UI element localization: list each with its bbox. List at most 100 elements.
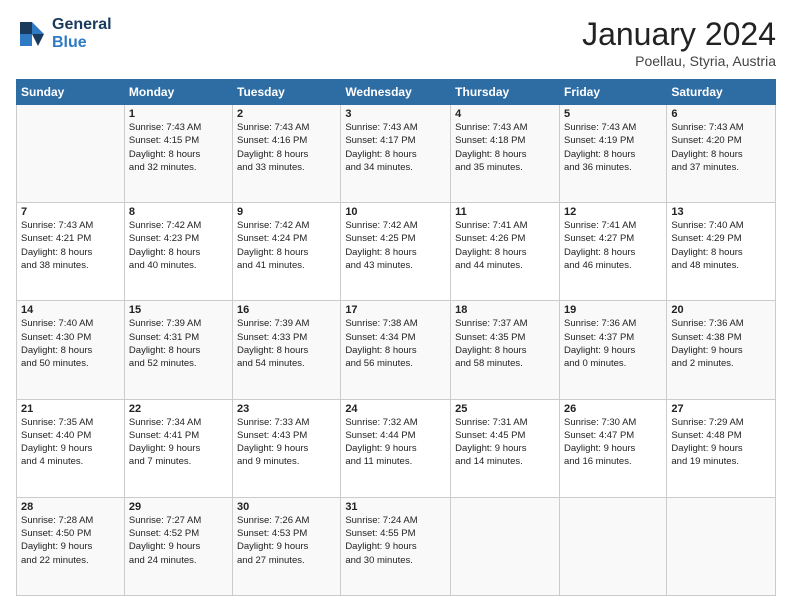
cell-content: Sunrise: 7:43 AM Sunset: 4:21 PM Dayligh… <box>21 219 120 272</box>
calendar-cell: 31Sunrise: 7:24 AM Sunset: 4:55 PM Dayli… <box>341 497 451 595</box>
week-row-4: 28Sunrise: 7:28 AM Sunset: 4:50 PM Dayli… <box>17 497 776 595</box>
cell-content: Sunrise: 7:36 AM Sunset: 4:38 PM Dayligh… <box>671 317 771 370</box>
day-number: 1 <box>129 108 228 120</box>
cell-content: Sunrise: 7:24 AM Sunset: 4:55 PM Dayligh… <box>345 514 446 567</box>
day-number: 20 <box>671 304 771 316</box>
cell-content: Sunrise: 7:37 AM Sunset: 4:35 PM Dayligh… <box>455 317 555 370</box>
day-number: 6 <box>671 108 771 120</box>
calendar-cell <box>559 497 666 595</box>
day-number: 16 <box>237 304 336 316</box>
day-number: 18 <box>455 304 555 316</box>
calendar-cell: 4Sunrise: 7:43 AM Sunset: 4:18 PM Daylig… <box>451 105 560 203</box>
cell-content: Sunrise: 7:26 AM Sunset: 4:53 PM Dayligh… <box>237 514 336 567</box>
day-header-tuesday: Tuesday <box>233 80 341 105</box>
cell-content: Sunrise: 7:29 AM Sunset: 4:48 PM Dayligh… <box>671 416 771 469</box>
calendar-cell: 25Sunrise: 7:31 AM Sunset: 4:45 PM Dayli… <box>451 399 560 497</box>
calendar-cell: 8Sunrise: 7:42 AM Sunset: 4:23 PM Daylig… <box>124 203 232 301</box>
day-number: 9 <box>237 206 336 218</box>
calendar-cell: 24Sunrise: 7:32 AM Sunset: 4:44 PM Dayli… <box>341 399 451 497</box>
day-number: 23 <box>237 403 336 415</box>
calendar-table: SundayMondayTuesdayWednesdayThursdayFrid… <box>16 79 776 596</box>
day-header-thursday: Thursday <box>451 80 560 105</box>
cell-content: Sunrise: 7:39 AM Sunset: 4:33 PM Dayligh… <box>237 317 336 370</box>
calendar-cell: 2Sunrise: 7:43 AM Sunset: 4:16 PM Daylig… <box>233 105 341 203</box>
cell-content: Sunrise: 7:42 AM Sunset: 4:24 PM Dayligh… <box>237 219 336 272</box>
day-number: 5 <box>564 108 662 120</box>
week-row-1: 7Sunrise: 7:43 AM Sunset: 4:21 PM Daylig… <box>17 203 776 301</box>
cell-content: Sunrise: 7:30 AM Sunset: 4:47 PM Dayligh… <box>564 416 662 469</box>
day-number: 27 <box>671 403 771 415</box>
cell-content: Sunrise: 7:27 AM Sunset: 4:52 PM Dayligh… <box>129 514 228 567</box>
logo-icon <box>16 18 48 50</box>
calendar-cell: 21Sunrise: 7:35 AM Sunset: 4:40 PM Dayli… <box>17 399 125 497</box>
day-number: 4 <box>455 108 555 120</box>
calendar-cell: 6Sunrise: 7:43 AM Sunset: 4:20 PM Daylig… <box>667 105 776 203</box>
day-number: 13 <box>671 206 771 218</box>
day-number: 30 <box>237 501 336 513</box>
week-row-3: 21Sunrise: 7:35 AM Sunset: 4:40 PM Dayli… <box>17 399 776 497</box>
cell-content: Sunrise: 7:43 AM Sunset: 4:20 PM Dayligh… <box>671 121 771 174</box>
week-row-2: 14Sunrise: 7:40 AM Sunset: 4:30 PM Dayli… <box>17 301 776 399</box>
cell-content: Sunrise: 7:43 AM Sunset: 4:17 PM Dayligh… <box>345 121 446 174</box>
cell-content: Sunrise: 7:34 AM Sunset: 4:41 PM Dayligh… <box>129 416 228 469</box>
day-number: 31 <box>345 501 446 513</box>
calendar-cell: 30Sunrise: 7:26 AM Sunset: 4:53 PM Dayli… <box>233 497 341 595</box>
day-number: 10 <box>345 206 446 218</box>
calendar-cell: 5Sunrise: 7:43 AM Sunset: 4:19 PM Daylig… <box>559 105 666 203</box>
day-header-monday: Monday <box>124 80 232 105</box>
cell-content: Sunrise: 7:28 AM Sunset: 4:50 PM Dayligh… <box>21 514 120 567</box>
calendar-cell: 10Sunrise: 7:42 AM Sunset: 4:25 PM Dayli… <box>341 203 451 301</box>
calendar-cell: 12Sunrise: 7:41 AM Sunset: 4:27 PM Dayli… <box>559 203 666 301</box>
calendar-cell: 27Sunrise: 7:29 AM Sunset: 4:48 PM Dayli… <box>667 399 776 497</box>
day-number: 21 <box>21 403 120 415</box>
calendar-cell: 11Sunrise: 7:41 AM Sunset: 4:26 PM Dayli… <box>451 203 560 301</box>
calendar-cell: 15Sunrise: 7:39 AM Sunset: 4:31 PM Dayli… <box>124 301 232 399</box>
calendar-cell: 19Sunrise: 7:36 AM Sunset: 4:37 PM Dayli… <box>559 301 666 399</box>
day-header-saturday: Saturday <box>667 80 776 105</box>
day-header-sunday: Sunday <box>17 80 125 105</box>
calendar-cell: 1Sunrise: 7:43 AM Sunset: 4:15 PM Daylig… <box>124 105 232 203</box>
title-block: January 2024 Poellau, Styria, Austria <box>582 16 776 69</box>
calendar-cell: 29Sunrise: 7:27 AM Sunset: 4:52 PM Dayli… <box>124 497 232 595</box>
cell-content: Sunrise: 7:39 AM Sunset: 4:31 PM Dayligh… <box>129 317 228 370</box>
day-number: 17 <box>345 304 446 316</box>
cell-content: Sunrise: 7:40 AM Sunset: 4:30 PM Dayligh… <box>21 317 120 370</box>
day-number: 15 <box>129 304 228 316</box>
day-number: 22 <box>129 403 228 415</box>
calendar-cell: 9Sunrise: 7:42 AM Sunset: 4:24 PM Daylig… <box>233 203 341 301</box>
calendar-cell: 18Sunrise: 7:37 AM Sunset: 4:35 PM Dayli… <box>451 301 560 399</box>
calendar-cell <box>667 497 776 595</box>
calendar-header: SundayMondayTuesdayWednesdayThursdayFrid… <box>17 80 776 105</box>
subtitle: Poellau, Styria, Austria <box>582 53 776 69</box>
day-number: 25 <box>455 403 555 415</box>
calendar-cell: 14Sunrise: 7:40 AM Sunset: 4:30 PM Dayli… <box>17 301 125 399</box>
day-number: 19 <box>564 304 662 316</box>
page: General Blue January 2024 Poellau, Styri… <box>0 0 792 612</box>
cell-content: Sunrise: 7:33 AM Sunset: 4:43 PM Dayligh… <box>237 416 336 469</box>
calendar-cell: 3Sunrise: 7:43 AM Sunset: 4:17 PM Daylig… <box>341 105 451 203</box>
calendar-cell: 20Sunrise: 7:36 AM Sunset: 4:38 PM Dayli… <box>667 301 776 399</box>
day-number: 26 <box>564 403 662 415</box>
calendar-body: 1Sunrise: 7:43 AM Sunset: 4:15 PM Daylig… <box>17 105 776 596</box>
day-number: 28 <box>21 501 120 513</box>
cell-content: Sunrise: 7:42 AM Sunset: 4:25 PM Dayligh… <box>345 219 446 272</box>
cell-content: Sunrise: 7:35 AM Sunset: 4:40 PM Dayligh… <box>21 416 120 469</box>
cell-content: Sunrise: 7:43 AM Sunset: 4:18 PM Dayligh… <box>455 121 555 174</box>
day-number: 14 <box>21 304 120 316</box>
cell-content: Sunrise: 7:31 AM Sunset: 4:45 PM Dayligh… <box>455 416 555 469</box>
day-number: 12 <box>564 206 662 218</box>
cell-content: Sunrise: 7:38 AM Sunset: 4:34 PM Dayligh… <box>345 317 446 370</box>
cell-content: Sunrise: 7:41 AM Sunset: 4:26 PM Dayligh… <box>455 219 555 272</box>
calendar-cell: 26Sunrise: 7:30 AM Sunset: 4:47 PM Dayli… <box>559 399 666 497</box>
cell-content: Sunrise: 7:43 AM Sunset: 4:19 PM Dayligh… <box>564 121 662 174</box>
calendar-cell: 23Sunrise: 7:33 AM Sunset: 4:43 PM Dayli… <box>233 399 341 497</box>
cell-content: Sunrise: 7:32 AM Sunset: 4:44 PM Dayligh… <box>345 416 446 469</box>
day-number: 8 <box>129 206 228 218</box>
week-row-0: 1Sunrise: 7:43 AM Sunset: 4:15 PM Daylig… <box>17 105 776 203</box>
cell-content: Sunrise: 7:41 AM Sunset: 4:27 PM Dayligh… <box>564 219 662 272</box>
calendar-cell: 17Sunrise: 7:38 AM Sunset: 4:34 PM Dayli… <box>341 301 451 399</box>
day-number: 24 <box>345 403 446 415</box>
calendar-cell: 22Sunrise: 7:34 AM Sunset: 4:41 PM Dayli… <box>124 399 232 497</box>
calendar-cell: 7Sunrise: 7:43 AM Sunset: 4:21 PM Daylig… <box>17 203 125 301</box>
day-header-friday: Friday <box>559 80 666 105</box>
